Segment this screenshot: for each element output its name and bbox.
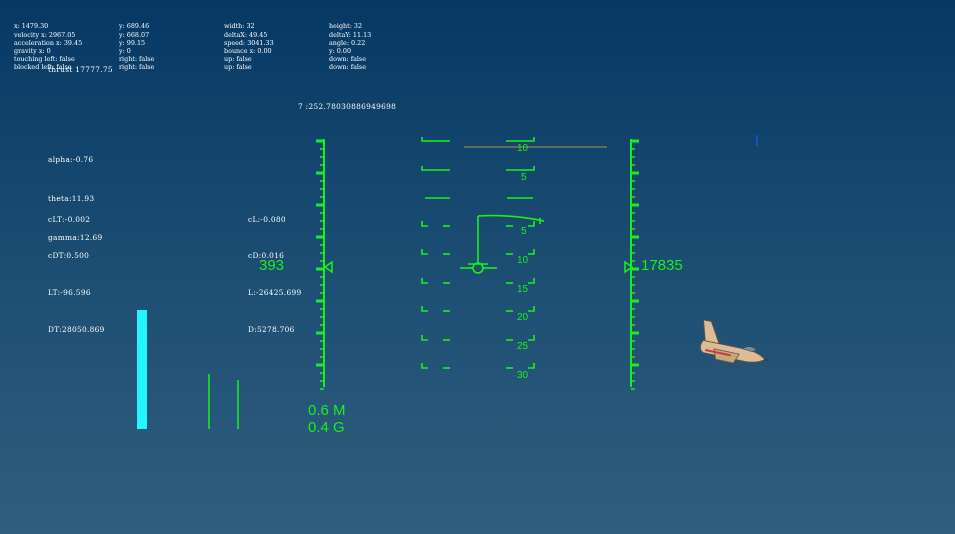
pitch-rung [528,335,535,341]
airspeed-readout: 393 [259,257,285,274]
mach-readout: 0.6 M [308,402,346,419]
speed-tape [316,139,325,390]
pitch-rung [421,137,450,142]
pitch-rung [421,221,428,227]
throttle-bar [137,310,147,429]
pitch-rung [421,363,428,369]
g-readout: 0.4 G [308,419,345,436]
pitch-label: 30 [517,370,529,381]
pitch-rung [528,306,535,312]
flight-path-marker-icon [460,214,545,274]
pitch-rung [528,249,535,255]
pitch-rung [421,306,428,312]
pitch-rung [528,221,535,227]
pitch-label: 25 [517,341,529,352]
pitch-label: 20 [517,312,529,323]
pitch-rung [528,278,535,284]
pitch-label: 10 [517,143,529,154]
pitch-label: 5 [521,226,527,237]
pitch-rung [421,335,428,341]
speed-pointer-icon [323,260,333,274]
pitch-rung [506,166,535,171]
mach-g-readout: 0.6 M 0.4 G [308,402,346,436]
pitch-rung [528,363,535,369]
pitch-label: 5 [521,172,527,183]
pitch-label: 10 [517,255,529,266]
pitch-rung [421,278,428,284]
hud-graphics [137,135,769,429]
pitch-rung [421,249,428,255]
pitch-rung [421,166,450,171]
pitch-label: 15 [517,284,529,295]
altitude-readout: 17835 [641,257,683,274]
fighter-jet-icon [700,319,769,364]
altitude-tape [630,139,639,390]
pitch-rung [506,137,535,142]
